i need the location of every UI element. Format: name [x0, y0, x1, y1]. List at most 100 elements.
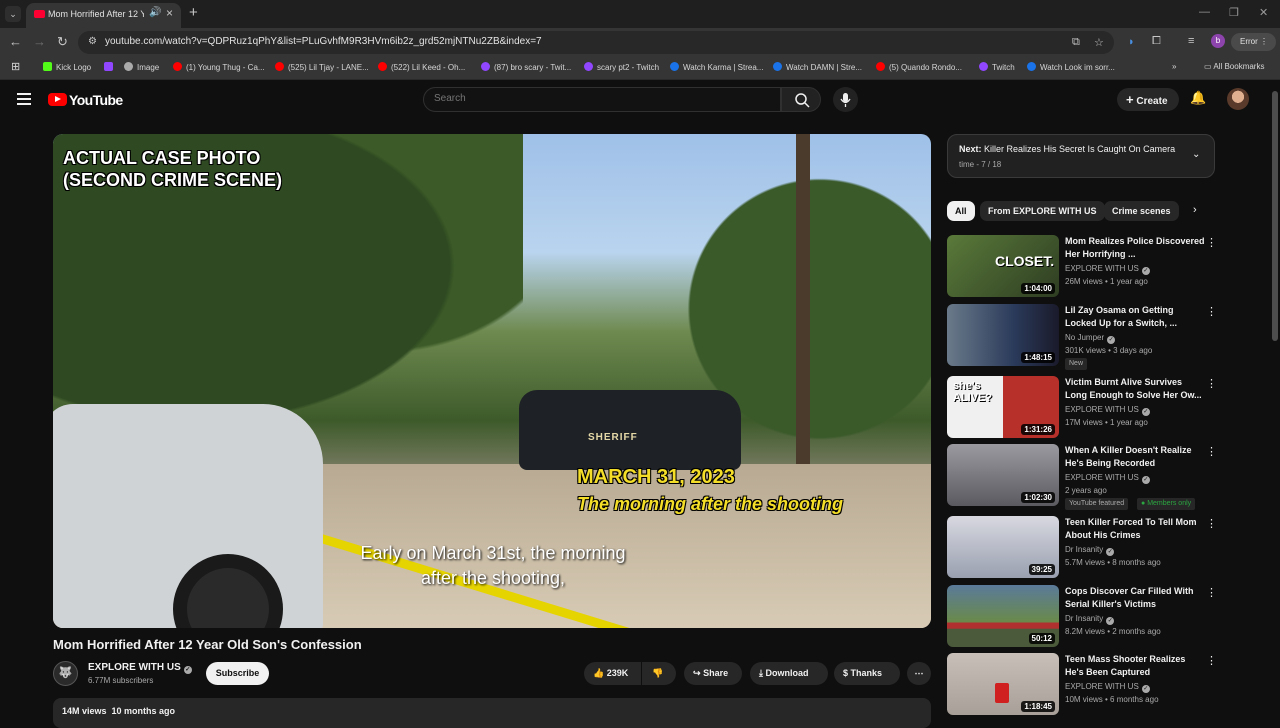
more-vertical-icon[interactable]: ⋮: [1206, 517, 1217, 530]
chip-all[interactable]: All: [947, 201, 975, 221]
bookmark-item[interactable]: Image: [124, 62, 159, 72]
apps-grid-icon[interactable]: ⊞: [11, 60, 20, 73]
video-thumbnail[interactable]: 39:25: [947, 516, 1059, 578]
video-thumbnail[interactable]: 1:18:45: [947, 653, 1059, 715]
extensions-puzzle-icon[interactable]: ⧠: [1152, 35, 1161, 48]
rec-channel[interactable]: EXPLORE WITH US ✓: [1065, 405, 1150, 416]
browser-tab[interactable]: Mom Horrified After 12 Year 🔊 ×: [26, 3, 181, 28]
more-vertical-icon[interactable]: ⋮: [1206, 445, 1217, 458]
bookmark-item[interactable]: Twitch: [979, 62, 1015, 72]
video-thumbnail[interactable]: CLOSET. 1:04:00: [947, 235, 1059, 297]
recommendation-item[interactable]: 1:48:15 Lil Zay Osama on Getting Locked …: [947, 304, 1222, 370]
thanks-button[interactable]: $ Thanks: [834, 662, 900, 685]
rec-title[interactable]: Lil Zay Osama on Getting Locked Up for a…: [1065, 304, 1205, 330]
back-icon[interactable]: ←: [9, 34, 22, 49]
rec-channel[interactable]: No Jumper ✓: [1065, 333, 1116, 344]
video-player[interactable]: SHERIFF ACTUAL CASE PHOTO (SECOND CRIME …: [53, 134, 931, 628]
close-tab-icon[interactable]: ×: [166, 6, 173, 20]
tab-search-icon[interactable]: ⌄: [5, 6, 21, 22]
menu-icon[interactable]: [17, 93, 31, 105]
dislike-button[interactable]: 👎: [642, 662, 676, 685]
description-box[interactable]: 14M views 10 months ago: [53, 698, 931, 728]
restore-icon[interactable]: ❐: [1229, 6, 1239, 19]
account-avatar[interactable]: [1227, 88, 1249, 110]
rec-title[interactable]: Mom Realizes Police Discovered Her Horri…: [1065, 235, 1205, 261]
more-actions-button[interactable]: ⋯: [907, 662, 931, 685]
channel-avatar[interactable]: 🐺: [53, 661, 78, 686]
recommendation-item[interactable]: 50:12 Cops Discover Car Filled With Seri…: [947, 585, 1222, 647]
bookmarks-overflow-icon[interactable]: »: [1172, 62, 1176, 71]
recommendation-item[interactable]: 1:02:30 When A Killer Doesn't Realize He…: [947, 444, 1222, 510]
rec-title[interactable]: Cops Discover Car Filled With Serial Kil…: [1065, 585, 1205, 611]
recommendation-item[interactable]: 39:25 Teen Killer Forced To Tell Mom Abo…: [947, 516, 1222, 578]
video-thumbnail[interactable]: she's ALIVE? 1:31:26: [947, 376, 1059, 438]
more-vertical-icon[interactable]: ⋮: [1206, 377, 1217, 390]
recommendation-item[interactable]: CLOSET. 1:04:00 Mom Realizes Police Disc…: [947, 235, 1222, 297]
search-box[interactable]: [423, 87, 781, 112]
rec-channel[interactable]: EXPLORE WITH US ✓: [1065, 682, 1150, 693]
site-info-icon[interactable]: ⚙: [88, 36, 97, 47]
bookmark-item[interactable]: Watch Look im sorr...: [1027, 62, 1115, 72]
bookmark-item[interactable]: (522) Lil Keed - Oh...: [378, 62, 465, 72]
bookmark-star-icon[interactable]: ☆: [1094, 36, 1104, 49]
notifications-bell-icon[interactable]: 🔔: [1190, 90, 1206, 106]
rec-channel[interactable]: Dr Insanity ✓: [1065, 545, 1115, 556]
youtube-logo-icon[interactable]: [48, 93, 67, 106]
recommendation-item[interactable]: 1:18:45 Teen Mass Shooter Realizes He's …: [947, 653, 1222, 715]
youtube-logo-text[interactable]: YouTube: [69, 92, 123, 108]
chevron-down-icon[interactable]: ⌄: [1192, 149, 1200, 160]
rec-channel[interactable]: EXPLORE WITH US ✓: [1065, 473, 1150, 484]
bookmark-item[interactable]: Watch DAMN | Stre...: [773, 62, 862, 72]
chip-from-channel[interactable]: From EXPLORE WITH US: [980, 201, 1105, 221]
bookmark-item[interactable]: Kick Logo: [43, 62, 91, 72]
url-text[interactable]: youtube.com/watch?v=QDPRuz1qPhY&list=PLu…: [105, 36, 542, 47]
window-close-icon[interactable]: ✕: [1259, 6, 1268, 19]
address-bar[interactable]: ⚙ youtube.com/watch?v=QDPRuz1qPhY&list=P…: [78, 31, 1114, 54]
install-icon[interactable]: ⧉: [1072, 36, 1080, 49]
video-thumbnail[interactable]: 50:12: [947, 585, 1059, 647]
voice-search-button[interactable]: [833, 87, 858, 112]
chevron-right-icon[interactable]: ›: [1193, 204, 1197, 216]
scrollbar-thumb[interactable]: [1272, 91, 1278, 341]
audio-icon[interactable]: 🔊: [149, 7, 161, 18]
recommendation-item[interactable]: she's ALIVE? 1:31:26 Victim Burnt Alive …: [947, 376, 1222, 438]
bookmark-item[interactable]: Watch Karma | Strea...: [670, 62, 763, 72]
page-scrollbar[interactable]: [1270, 81, 1280, 720]
share-button[interactable]: ↪ Share: [684, 662, 742, 685]
extension-icon[interactable]: ◗: [1128, 36, 1135, 48]
media-controls-icon[interactable]: ≡: [1188, 35, 1194, 47]
all-bookmarks-folder[interactable]: ▭ All Bookmarks: [1204, 62, 1264, 71]
update-error-button[interactable]: Error ⋮: [1231, 33, 1276, 51]
minimize-icon[interactable]: —: [1199, 6, 1210, 18]
search-input[interactable]: [434, 93, 764, 104]
subscribe-button[interactable]: Subscribe: [206, 662, 269, 685]
rec-title[interactable]: Teen Killer Forced To Tell Mom About His…: [1065, 516, 1205, 542]
video-thumbnail[interactable]: 1:48:15: [947, 304, 1059, 366]
more-vertical-icon[interactable]: ⋮: [1206, 586, 1217, 599]
profile-avatar[interactable]: b: [1211, 34, 1225, 48]
bookmark-item[interactable]: (5) Quando Rondo...: [876, 62, 962, 72]
rec-title[interactable]: Victim Burnt Alive Survives Long Enough …: [1065, 376, 1205, 402]
playlist-panel[interactable]: Next: Killer Realizes His Secret Is Caug…: [947, 134, 1215, 178]
bookmark-item[interactable]: (525) Lil Tjay - LANE...: [275, 62, 369, 72]
video-thumbnail[interactable]: 1:02:30: [947, 444, 1059, 506]
forward-icon[interactable]: →: [33, 34, 46, 49]
like-button[interactable]: 👍 239K: [584, 662, 641, 685]
bookmark-item[interactable]: (1) Young Thug - Ca...: [173, 62, 265, 72]
create-button[interactable]: + Create: [1117, 88, 1179, 111]
rec-channel[interactable]: EXPLORE WITH US ✓: [1065, 264, 1150, 275]
bookmark-item[interactable]: [104, 62, 117, 72]
rec-channel[interactable]: Dr Insanity ✓: [1065, 614, 1115, 625]
download-button[interactable]: ⤓ Download: [750, 662, 828, 685]
search-button[interactable]: [781, 87, 821, 112]
rec-title[interactable]: When A Killer Doesn't Realize He's Being…: [1065, 444, 1205, 470]
rec-title[interactable]: Teen Mass Shooter Realizes He's Been Cap…: [1065, 653, 1205, 679]
bookmark-item[interactable]: (87) bro scary - Twit...: [481, 62, 571, 72]
more-vertical-icon[interactable]: ⋮: [1206, 305, 1217, 318]
bookmark-item[interactable]: scary pt2 - Twitch: [584, 62, 659, 72]
new-tab-icon[interactable]: +: [189, 4, 198, 21]
more-vertical-icon[interactable]: ⋮: [1206, 654, 1217, 667]
chip-crime-scenes[interactable]: Crime scenes: [1104, 201, 1179, 221]
channel-name[interactable]: EXPLORE WITH US ✓: [88, 662, 192, 674]
more-vertical-icon[interactable]: ⋮: [1206, 236, 1217, 249]
